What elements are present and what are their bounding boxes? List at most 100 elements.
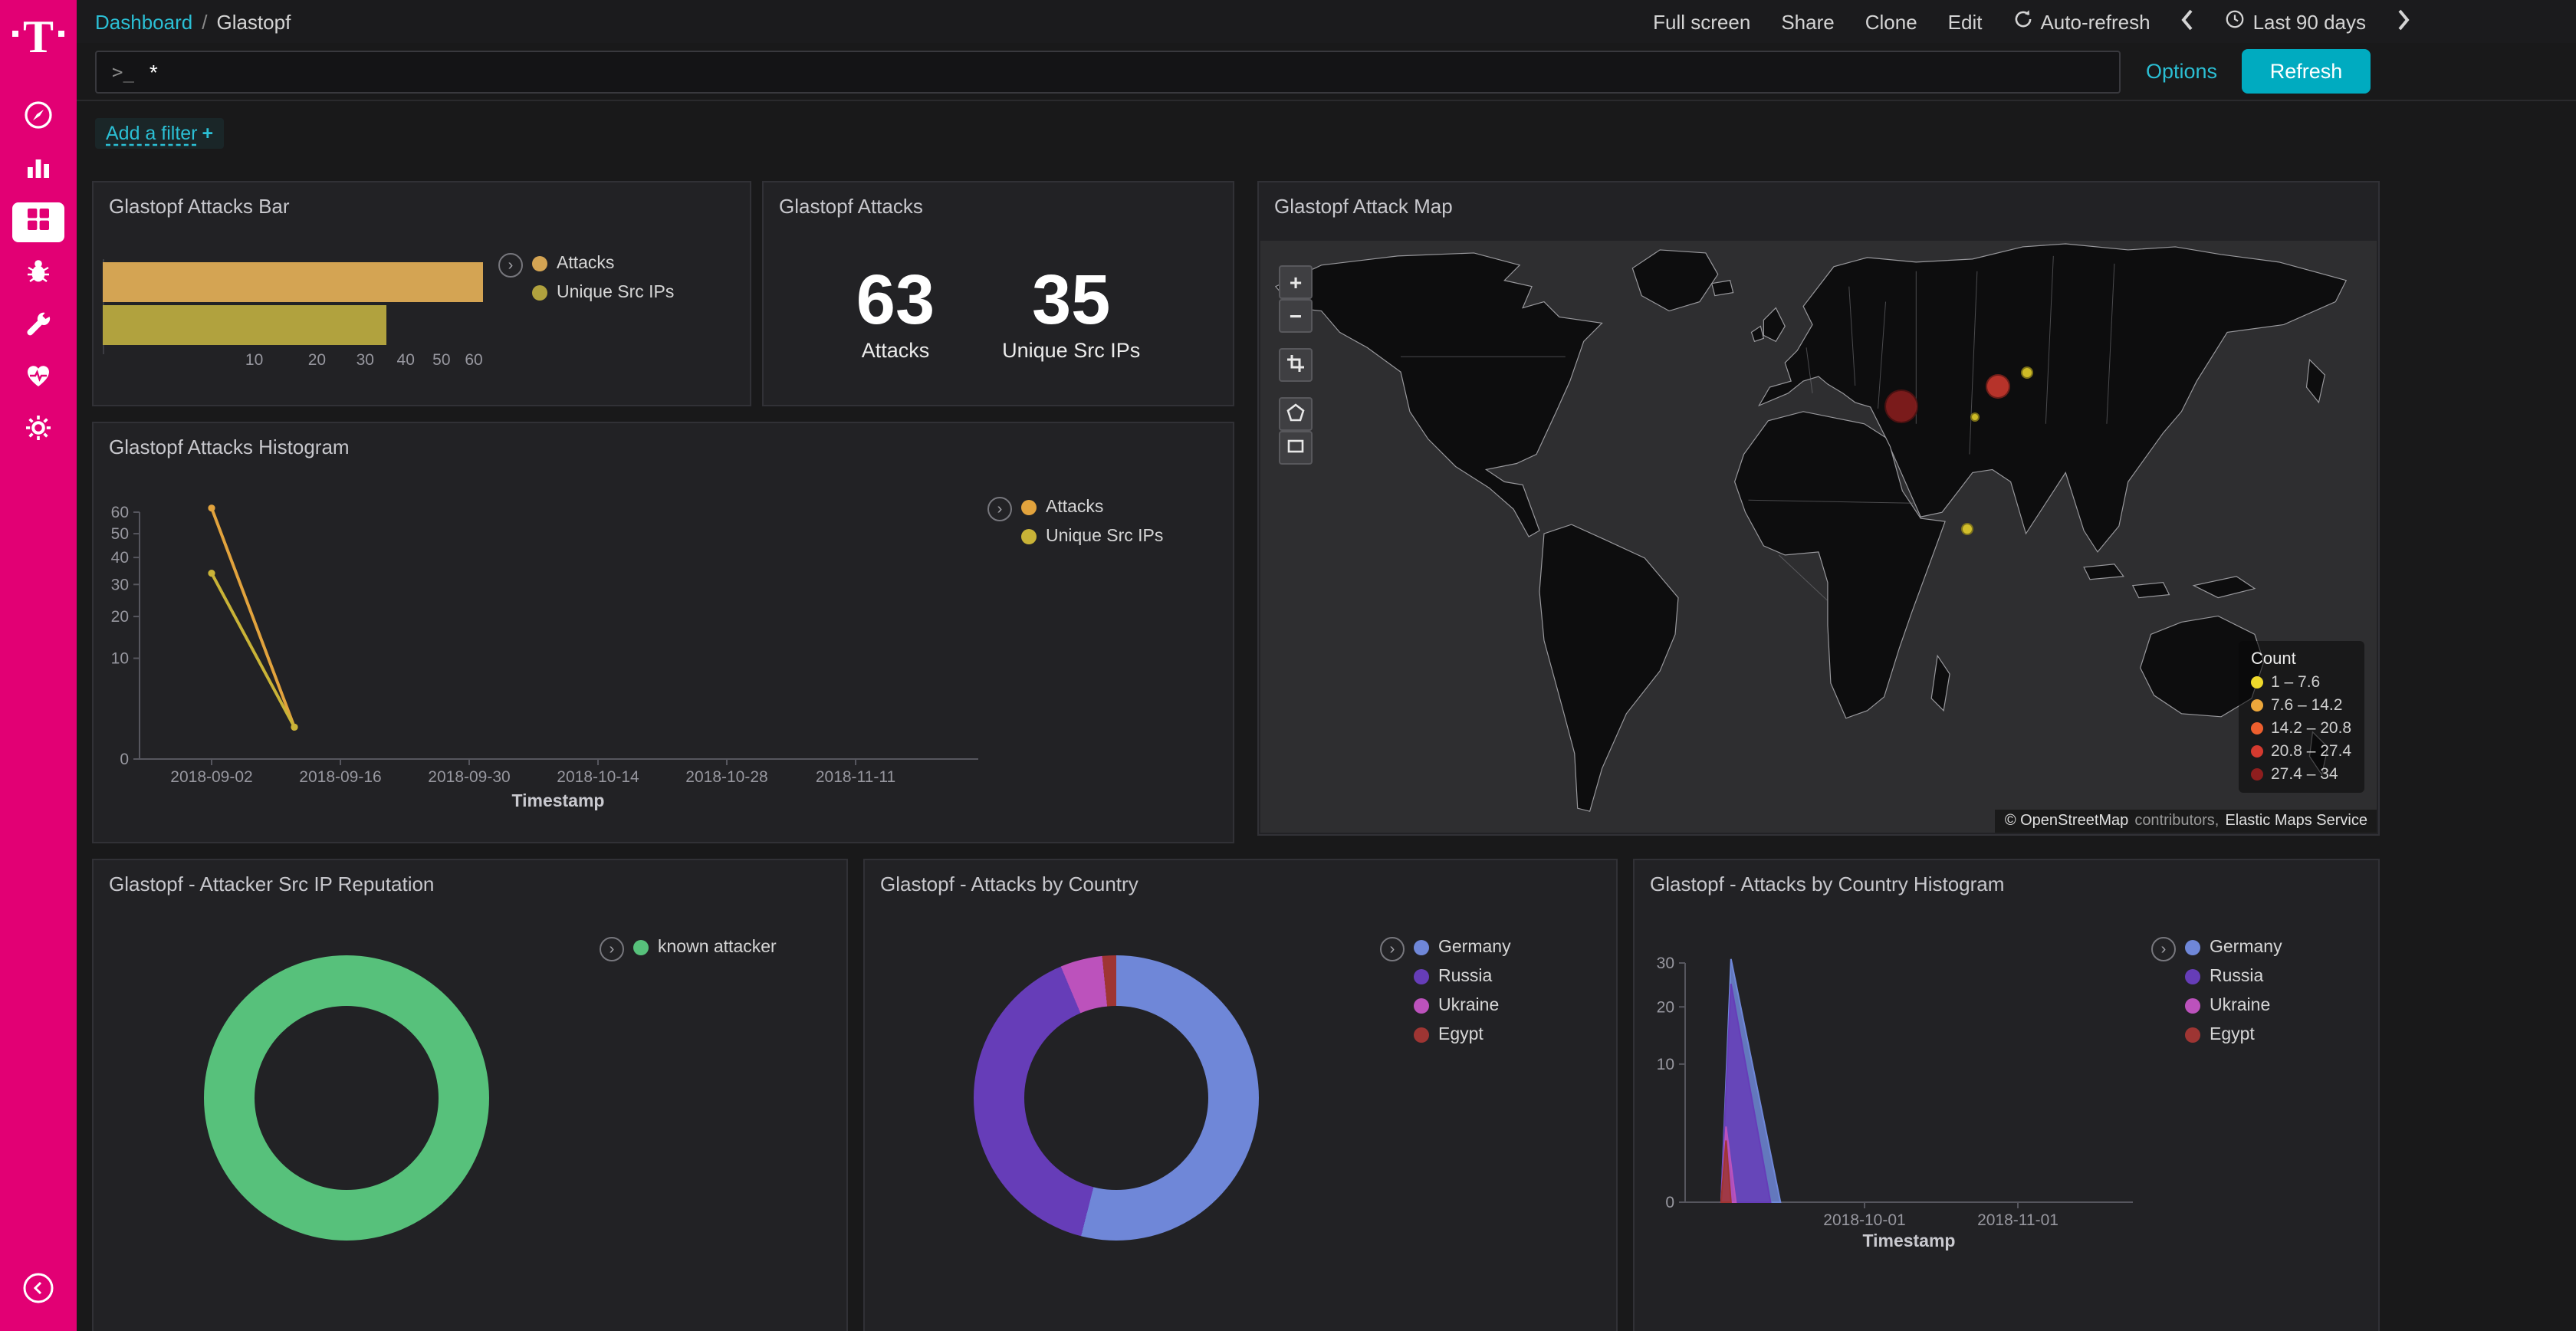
svg-text:2018-10-01: 2018-10-01 (1823, 1211, 1905, 1229)
x-axis-title: Timestamp (451, 793, 665, 811)
bar-unique-src-ips[interactable] (103, 305, 386, 345)
query-text-input[interactable] (150, 59, 2104, 84)
legend-item-germany[interactable]: Germany (1414, 938, 1511, 957)
plus-icon: + (202, 123, 214, 144)
map-legend-row: 14.2 – 20.8 (2251, 719, 2352, 738)
attribution-text: contributors, (2134, 813, 2219, 830)
dashboard-icon (25, 205, 52, 240)
time-range-button[interactable]: Last 90 days (2226, 9, 2366, 34)
elastic-maps-service-link[interactable]: Elastic Maps Service (2225, 813, 2367, 830)
chevron-left-icon (2181, 8, 2195, 35)
fit-data-bounds-button[interactable] (1279, 348, 1313, 382)
legend-toggle-icon[interactable]: › (2151, 937, 2176, 961)
zoom-out-button[interactable]: − (1279, 299, 1313, 333)
breadcrumb-dashboard-link[interactable]: Dashboard (95, 10, 192, 33)
legend-toggle-icon[interactable]: › (600, 937, 624, 961)
x-axis-tick: 50 (432, 351, 450, 370)
draw-polygon-button[interactable] (1279, 397, 1313, 431)
tmobile-logo[interactable]: T (12, 15, 64, 61)
legend-toggle-icon[interactable]: › (987, 497, 1012, 521)
polygon-icon (1286, 403, 1305, 425)
country-donut-chart[interactable] (974, 955, 1259, 1241)
metric-attacks: 63 Attacks (856, 264, 935, 362)
sidebar-item-monitoring[interactable] (12, 359, 64, 399)
legend-color-dot (2185, 969, 2200, 984)
legend-color-dot (2251, 745, 2263, 758)
legend-label: Unique Src IPs (557, 284, 674, 302)
panel-title[interactable]: Glastopf - Attacker Src IP Reputation (94, 860, 846, 902)
svg-text:20: 20 (111, 608, 129, 626)
line-chart[interactable]: 01020304050602018-09-022018-09-162018-09… (94, 423, 1236, 845)
time-forward-button[interactable] (2397, 8, 2410, 35)
map-attribution: © OpenStreetMap contributors, Elastic Ma… (1996, 810, 2377, 833)
x-axis-tick: 10 (245, 351, 263, 370)
wrench-icon (23, 307, 54, 346)
legend-item-attacks[interactable]: Attacks (532, 255, 674, 273)
legend-item-attacks[interactable]: Attacks (1021, 498, 1163, 517)
sidebar-item-visualize[interactable] (12, 150, 64, 190)
sidebar-item-dashboard[interactable] (12, 202, 64, 242)
svg-text:2018-11-11: 2018-11-11 (816, 768, 895, 786)
bar-attacks[interactable] (103, 262, 483, 302)
svg-text:2018-09-16: 2018-09-16 (299, 768, 381, 786)
legend-toggle-icon[interactable]: › (1380, 937, 1405, 961)
sidebar-item-management[interactable] (12, 411, 64, 451)
legend-item-egypt[interactable]: Egypt (1414, 1026, 1511, 1044)
refresh-button[interactable]: Refresh (2242, 49, 2371, 94)
svg-text:60: 60 (111, 504, 129, 521)
legend-item-russia[interactable]: Russia (2185, 968, 2282, 986)
add-filter-label: Add a filter (106, 123, 198, 144)
legend-item-egypt[interactable]: Egypt (2185, 1026, 2282, 1044)
legend-item-unique-src-ips[interactable]: Unique Src IPs (532, 284, 674, 302)
search-input[interactable]: >_ (95, 50, 2121, 93)
attack-location-marker[interactable] (1986, 374, 2010, 399)
add-filter-button[interactable]: Add a filter+ (95, 118, 224, 149)
svg-text:2018-09-02: 2018-09-02 (170, 768, 252, 786)
svg-text:10: 10 (1657, 1056, 1674, 1073)
clone-button[interactable]: Clone (1865, 10, 1917, 33)
legend-item-ukraine[interactable]: Ukraine (1414, 997, 1511, 1015)
logo-letter: T (23, 15, 54, 61)
metric-label: Unique Src IPs (1002, 339, 1140, 362)
attack-location-marker[interactable] (2021, 366, 2033, 379)
full-screen-button[interactable]: Full screen (1653, 10, 1750, 33)
edit-button[interactable]: Edit (1948, 10, 1983, 33)
world-map[interactable]: + − Count 1 – 7.6 7.6 – 14 (1260, 241, 2377, 833)
time-back-button[interactable] (2181, 8, 2195, 35)
panel-title[interactable]: Glastopf Attacks Bar (94, 182, 750, 224)
sidebar-item-timelion[interactable] (12, 255, 64, 294)
zoom-in-button[interactable]: + (1279, 265, 1313, 299)
top-navigation-bar: Dashboard / Glastopf Full screen Share C… (77, 0, 2576, 43)
panel-title[interactable]: Glastopf Attack Map (1259, 182, 2378, 224)
svg-text:20: 20 (1657, 998, 1674, 1016)
legend-toggle-icon[interactable]: › (498, 253, 523, 278)
heartbeat-icon (23, 360, 54, 398)
legend-item-known-attacker[interactable]: known attacker (633, 938, 777, 957)
legend-item-germany[interactable]: Germany (2185, 938, 2282, 957)
legend-color-dot (532, 285, 547, 301)
svg-text:0: 0 (120, 751, 129, 768)
legend-item-unique-src-ips[interactable]: Unique Src IPs (1021, 527, 1163, 546)
sidebar-item-discover[interactable] (12, 98, 64, 138)
attack-location-marker[interactable] (1961, 523, 1973, 535)
sidebar-item-dev-tools[interactable] (12, 307, 64, 347)
legend-item-russia[interactable]: Russia (1414, 968, 1511, 986)
openstreetmap-link[interactable]: © OpenStreetMap (2005, 813, 2129, 830)
legend-item-ukraine[interactable]: Ukraine (2185, 997, 2282, 1015)
share-button[interactable]: Share (1781, 10, 1834, 33)
area-chart[interactable]: 01020302018-10-012018-11-01 (1635, 860, 2381, 1331)
reputation-donut-chart[interactable] (204, 955, 489, 1241)
panel-title[interactable]: Glastopf - Attacks by Country (865, 860, 1616, 902)
legend-color-dot (633, 940, 649, 955)
sidebar-collapse-button[interactable] (21, 1271, 55, 1313)
panel-title[interactable]: Glastopf Attacks (764, 182, 1233, 224)
options-link[interactable]: Options (2146, 60, 2217, 83)
auto-refresh-button[interactable]: Auto-refresh (2013, 9, 2150, 34)
draw-rectangle-button[interactable] (1279, 431, 1313, 465)
attack-location-marker[interactable] (1884, 389, 1918, 423)
attack-location-marker[interactable] (1970, 412, 1980, 422)
topbar-actions: Full screen Share Clone Edit Auto-refres… (1653, 8, 2410, 35)
chart-legend: › Germany Russia Ukraine Egypt (2151, 937, 2282, 1044)
legend-color-dot (1414, 998, 1429, 1014)
breadcrumb-current: Glastopf (216, 10, 291, 33)
